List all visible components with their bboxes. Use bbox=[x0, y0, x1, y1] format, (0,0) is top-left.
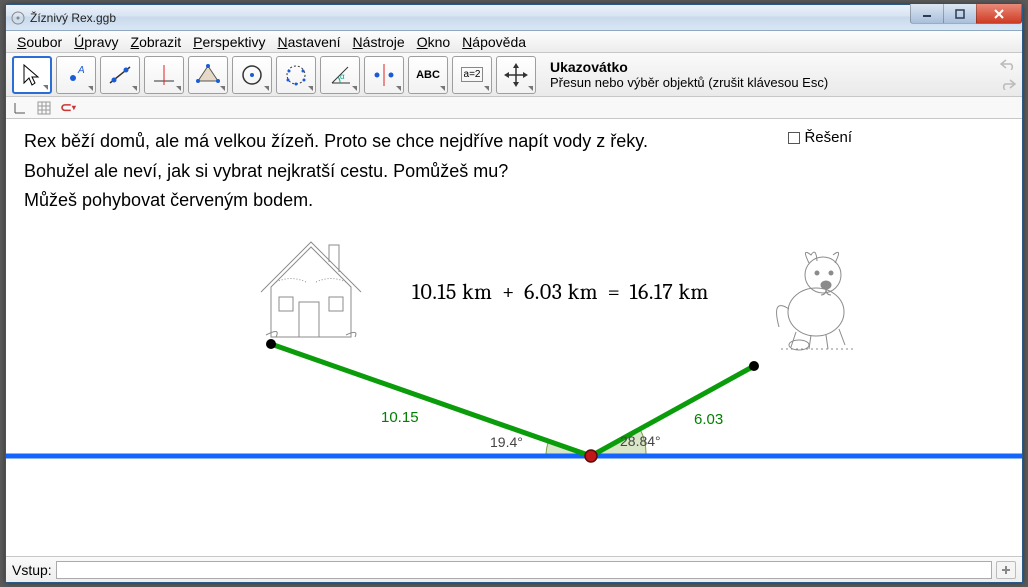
app-icon bbox=[10, 10, 26, 26]
magnet-icon[interactable]: ⊂ ▾ bbox=[60, 100, 76, 116]
minimize-button[interactable] bbox=[910, 4, 944, 24]
menu-okno[interactable]: Okno bbox=[412, 33, 455, 51]
geometry-layer bbox=[6, 119, 1022, 556]
tool-pan[interactable] bbox=[496, 56, 536, 94]
tool-conic[interactable] bbox=[276, 56, 316, 94]
tool-circle[interactable] bbox=[232, 56, 272, 94]
graphics-view[interactable]: Rex běží domů, ale má velkou žízeň. Prot… bbox=[6, 119, 1022, 556]
redo-button[interactable] bbox=[998, 75, 1018, 93]
svg-text:α: α bbox=[340, 72, 345, 81]
tool-slider[interactable]: a=2 bbox=[452, 56, 492, 94]
angle-left-label: 19.4° bbox=[490, 434, 523, 450]
menu-nastroje[interactable]: Nástroje bbox=[348, 33, 410, 51]
angle-right-label: 28.84° bbox=[620, 433, 661, 449]
input-bar: Vstup: bbox=[6, 556, 1022, 582]
menu-zobrazit[interactable]: Zobrazit bbox=[126, 33, 187, 51]
tool-hint-desc: Přesun nebo výběr objektů (zrušit kláves… bbox=[550, 75, 1016, 90]
tool-reflect[interactable] bbox=[364, 56, 404, 94]
app-window: Žíznivý Rex.ggb Soubor Úpravy Zobrazit P… bbox=[5, 4, 1023, 583]
command-input[interactable] bbox=[56, 561, 992, 579]
tool-move[interactable] bbox=[12, 56, 52, 94]
tool-polygon[interactable] bbox=[188, 56, 228, 94]
segment-left-label: 10.15 bbox=[381, 409, 419, 426]
tool-perpendicular[interactable] bbox=[144, 56, 184, 94]
segment-right-label: 6.03 bbox=[694, 411, 723, 428]
menu-perspektivy[interactable]: Perspektivy bbox=[188, 33, 270, 51]
menu-nastaveni[interactable]: Nastavení bbox=[272, 33, 345, 51]
tool-hint-title: Ukazovátko bbox=[550, 59, 1016, 75]
svg-text:A: A bbox=[77, 65, 85, 76]
undo-redo-group bbox=[998, 55, 1018, 93]
toolbar: A α ABC a=2 Ukazovátko Přesun nebo výběr… bbox=[6, 53, 1022, 97]
style-bar: ⊂ ▾ bbox=[6, 97, 1022, 119]
grid-toggle-icon[interactable] bbox=[36, 100, 52, 116]
tool-line[interactable] bbox=[100, 56, 140, 94]
draggable-red-point[interactable] bbox=[585, 450, 597, 462]
menu-soubor[interactable]: Soubor bbox=[12, 33, 67, 51]
maximize-button[interactable] bbox=[943, 4, 977, 24]
window-title: Žíznivý Rex.ggb bbox=[30, 11, 116, 25]
window-controls bbox=[911, 4, 1022, 24]
tool-description: Ukazovátko Přesun nebo výběr objektů (zr… bbox=[550, 59, 1016, 90]
tool-angle[interactable]: α bbox=[320, 56, 360, 94]
tool-text[interactable]: ABC bbox=[408, 56, 448, 94]
tool-point[interactable]: A bbox=[56, 56, 96, 94]
menu-upravy[interactable]: Úpravy bbox=[69, 33, 123, 51]
undo-button[interactable] bbox=[998, 55, 1018, 73]
menu-napoveda[interactable]: Nápověda bbox=[457, 33, 531, 51]
titlebar[interactable]: Žíznivý Rex.ggb bbox=[6, 5, 1022, 31]
menubar: Soubor Úpravy Zobrazit Perspektivy Nasta… bbox=[6, 31, 1022, 53]
input-help-button[interactable] bbox=[996, 561, 1016, 579]
close-button[interactable] bbox=[976, 4, 1022, 24]
axes-toggle-icon[interactable] bbox=[12, 100, 28, 116]
input-label: Vstup: bbox=[12, 562, 52, 578]
